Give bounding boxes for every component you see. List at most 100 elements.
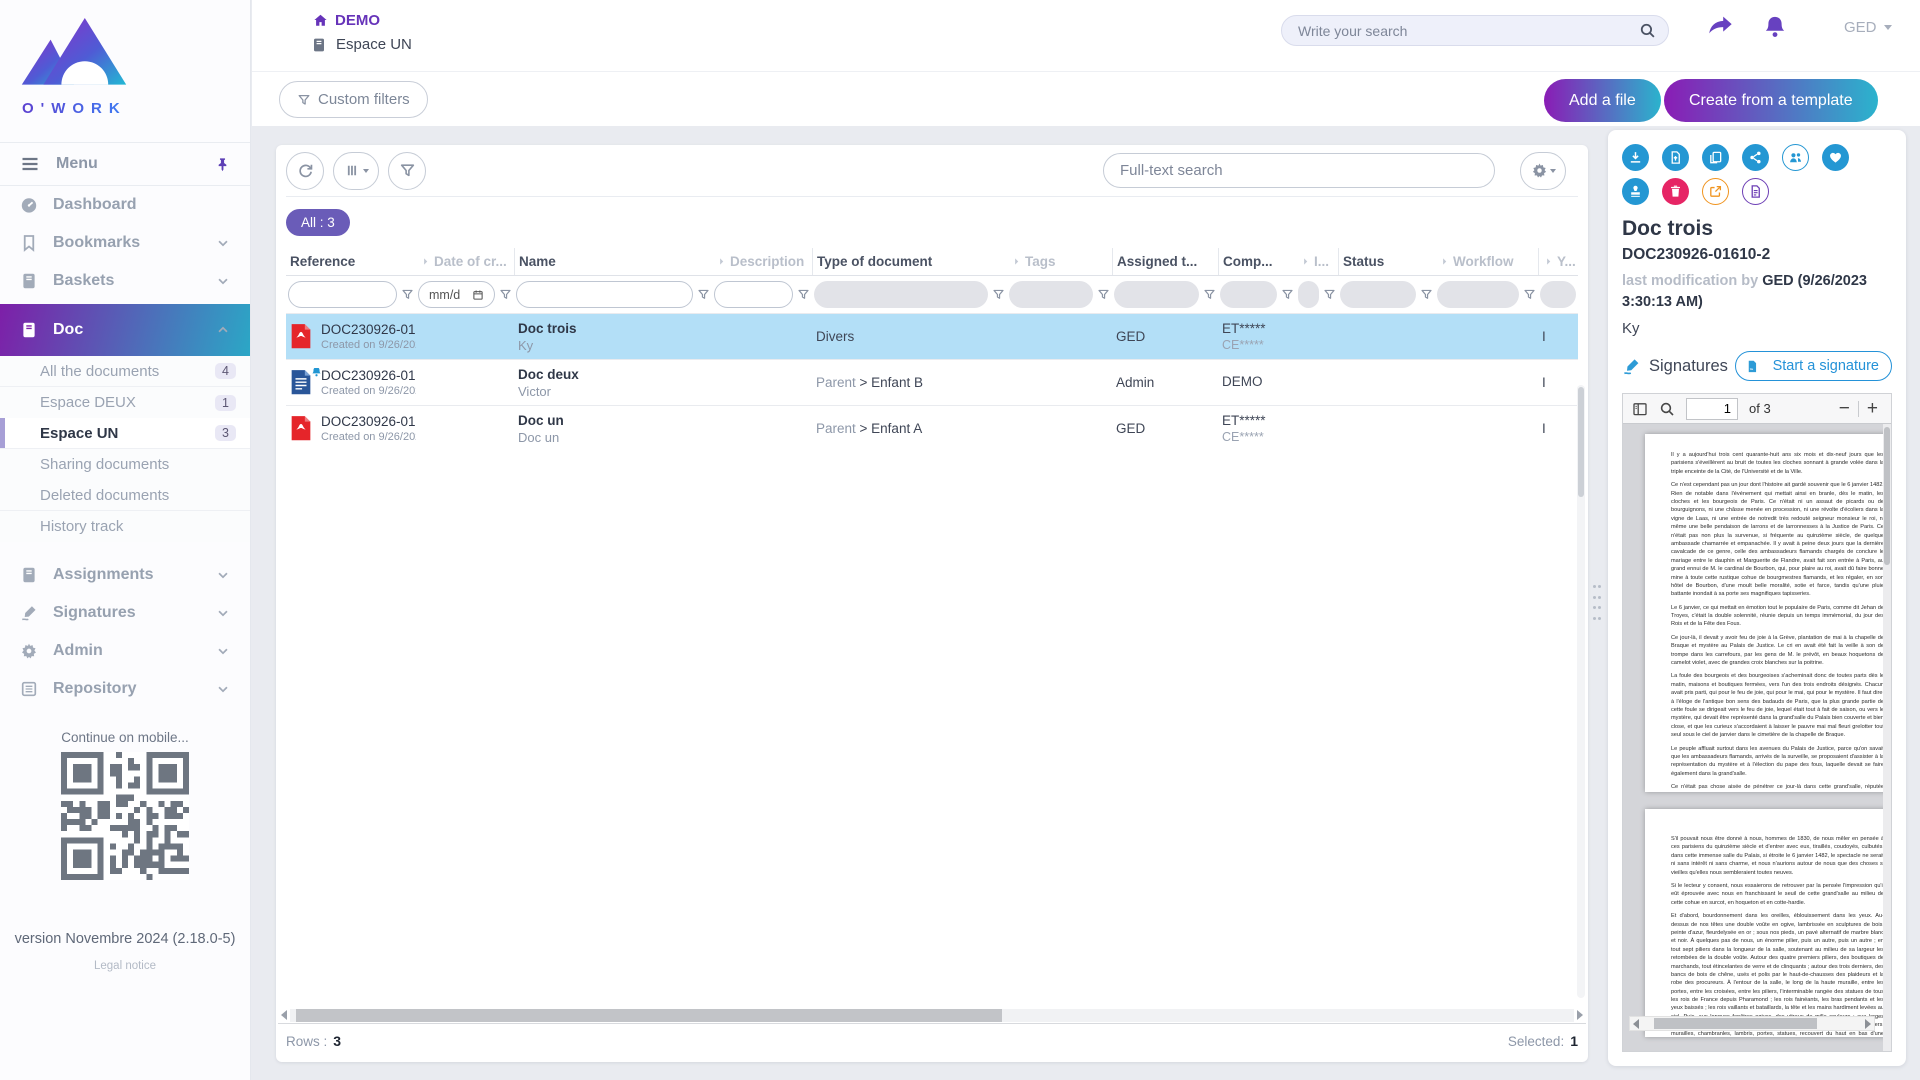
sidebar-toggle-icon[interactable] [1632, 401, 1648, 417]
bell-icon[interactable] [1763, 13, 1787, 40]
search-icon[interactable] [1639, 22, 1656, 39]
permissions-users-button[interactable] [1782, 144, 1809, 171]
column-header-reference[interactable]: Reference [286, 254, 416, 269]
sidebar-item-dashboard[interactable]: Dashboard [0, 186, 250, 224]
filter-select-tags[interactable] [1009, 281, 1093, 308]
global-search-input[interactable] [1298, 23, 1639, 39]
column-header-workflow[interactable]: Workflow [1435, 254, 1538, 269]
filter-input-description[interactable] [714, 281, 793, 308]
copy-button[interactable] [1702, 144, 1729, 171]
hamburger-icon[interactable] [20, 154, 40, 174]
sidebar-item-deleted-documents[interactable]: Deleted documents [0, 480, 250, 511]
favorite-button[interactable] [1822, 144, 1849, 171]
column-header-status[interactable]: Status [1338, 248, 1435, 275]
scrollbar-thumb[interactable] [296, 1009, 1002, 1022]
properties-button[interactable] [1742, 178, 1769, 205]
search-icon[interactable] [1659, 401, 1675, 417]
page-number-input[interactable] [1686, 398, 1738, 420]
column-header-assigned-to[interactable]: Assigned t... [1112, 248, 1218, 275]
scrollbar-thumb[interactable] [1884, 427, 1890, 565]
filter-select-company[interactable] [1220, 281, 1277, 308]
sidebar-item-all-documents[interactable]: All the documents 4 [0, 356, 250, 387]
custom-filters-button[interactable]: Custom filters [279, 81, 428, 118]
sidebar-item-signatures[interactable]: Signatures [0, 594, 250, 632]
breadcrumb-space[interactable]: Espace UN [311, 36, 412, 53]
calendar-icon[interactable] [472, 289, 484, 301]
share-icon[interactable] [1707, 13, 1734, 40]
table-vertical-scrollbar[interactable] [1577, 385, 1585, 998]
funnel-icon[interactable] [1097, 288, 1110, 301]
filter-input-date[interactable]: mm/d [418, 281, 495, 308]
filter-select-y[interactable] [1540, 281, 1576, 308]
filter-button[interactable] [388, 152, 426, 190]
sidebar-item-espace-deux[interactable]: Espace DEUX 1 [0, 387, 250, 418]
table-row[interactable]: DOC230926-01608-0Created on 9/26/2023 3:… [286, 405, 1578, 451]
zoom-in-button[interactable]: + [1867, 399, 1878, 418]
column-header-company[interactable]: Comp... [1218, 248, 1296, 275]
scroll-left-arrow[interactable] [281, 1010, 287, 1020]
sidebar-item-assignments[interactable]: Assignments [0, 556, 250, 594]
refresh-button[interactable] [286, 152, 324, 190]
all-count-chip[interactable]: All : 3 [286, 209, 350, 236]
column-header-tags[interactable]: Tags [1007, 254, 1112, 269]
stamp-button[interactable] [1622, 178, 1649, 205]
funnel-icon[interactable] [1323, 288, 1336, 301]
zoom-out-button[interactable]: − [1839, 399, 1850, 418]
table-row[interactable]: DOC230926-01609-0Created on 9/26/2023 3:… [286, 359, 1578, 405]
filter-select-workflow[interactable] [1437, 281, 1519, 308]
funnel-icon[interactable] [401, 288, 414, 301]
filter-select-i[interactable] [1298, 281, 1319, 308]
sidebar-item-sharing-documents[interactable]: Sharing documents [0, 449, 250, 480]
columns-button[interactable] [333, 152, 379, 190]
funnel-icon[interactable] [1203, 288, 1216, 301]
column-header-name[interactable]: Name [514, 248, 712, 275]
table-settings-button[interactable] [1520, 152, 1566, 190]
scrollbar-track[interactable] [290, 1009, 1574, 1022]
pdf-preview-area[interactable]: Il y a aujourd'hui trois cent quarante-h… [1623, 424, 1891, 1051]
sidebar-item-doc[interactable]: Doc [0, 304, 250, 356]
bookmark-icon [20, 234, 38, 252]
column-header-i[interactable]: I... [1296, 254, 1338, 269]
sidebar-item-espace-un[interactable]: Espace UN 3 [0, 418, 250, 449]
sidebar-item-repository[interactable]: Repository [0, 670, 250, 708]
funnel-icon[interactable] [499, 288, 512, 301]
sidebar-item-admin[interactable]: Admin [0, 632, 250, 670]
column-header-date-of-creation[interactable]: Date of cr... [416, 254, 514, 269]
funnel-icon[interactable] [697, 288, 710, 301]
sidebar-item-history-track[interactable]: History track [0, 511, 250, 542]
filter-select-status[interactable] [1340, 281, 1416, 308]
table-row[interactable]: DOC230926-01610-2Created on 9/26/2023 3:… [286, 313, 1578, 359]
column-header-type[interactable]: Type of document [812, 248, 1007, 275]
scroll-right-arrow[interactable] [1577, 1010, 1583, 1020]
funnel-icon[interactable] [1420, 288, 1433, 301]
download-button[interactable] [1622, 144, 1649, 171]
share-button[interactable] [1742, 144, 1769, 171]
filter-input-name[interactable] [516, 281, 693, 308]
filter-select-type[interactable] [814, 281, 988, 308]
funnel-icon[interactable] [797, 288, 810, 301]
funnel-icon[interactable] [1281, 288, 1294, 301]
filter-select-assigned[interactable] [1114, 281, 1199, 308]
legal-notice-link[interactable]: Legal notice [0, 960, 250, 972]
breadcrumb-site[interactable]: DEMO [313, 12, 380, 29]
start-signature-button[interactable]: Start a signature [1735, 351, 1892, 381]
delete-button[interactable] [1662, 178, 1689, 205]
sidebar-item-bookmarks[interactable]: Bookmarks [0, 224, 250, 262]
scroll-right-arrow[interactable] [1865, 1019, 1871, 1029]
upload-version-button[interactable] [1662, 144, 1689, 171]
user-menu[interactable]: GED [1844, 19, 1892, 36]
scroll-left-arrow[interactable] [1633, 1019, 1639, 1029]
add-file-button[interactable]: Add a file [1544, 79, 1661, 122]
funnel-icon[interactable] [992, 288, 1005, 301]
pin-sidebar-icon[interactable] [215, 157, 230, 172]
create-from-template-button[interactable]: Create from a template [1664, 79, 1878, 122]
fulltext-search-input[interactable] [1103, 153, 1495, 188]
panel-resize-handle[interactable] [1593, 585, 1601, 625]
filter-input-reference[interactable] [288, 281, 397, 308]
sidebar-item-baskets[interactable]: Baskets [0, 262, 250, 300]
open-external-button[interactable] [1702, 178, 1729, 205]
funnel-icon[interactable] [1523, 288, 1536, 301]
scrollbar-thumb[interactable] [1654, 1018, 1817, 1029]
column-header-description[interactable]: Description [712, 254, 812, 269]
column-header-y[interactable]: Y... [1538, 248, 1578, 275]
